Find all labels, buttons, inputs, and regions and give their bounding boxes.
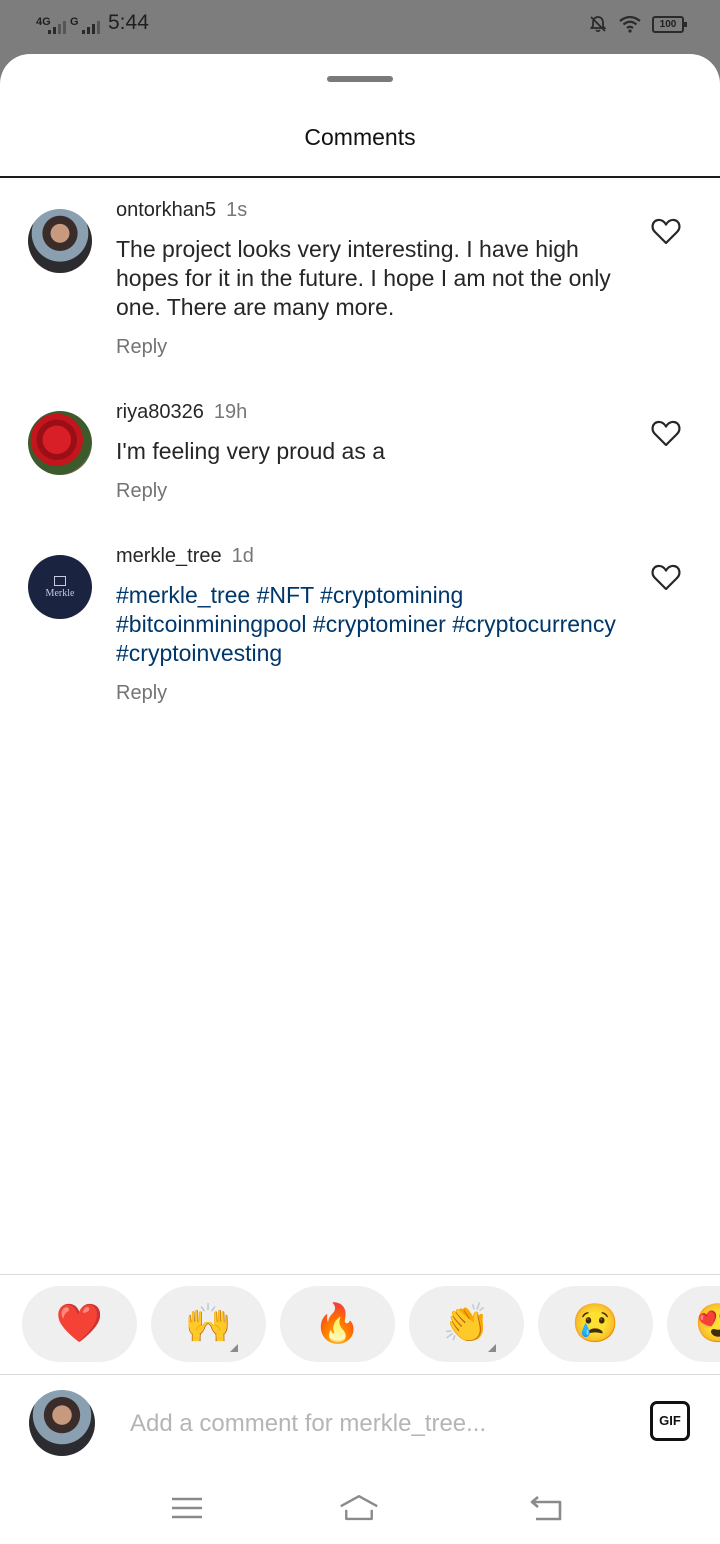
menu-icon[interactable]: [168, 1492, 208, 1524]
emoji-heart-eyes-button[interactable]: 😍: [667, 1286, 720, 1362]
heart-outline-icon[interactable]: [651, 419, 681, 447]
comment-text: The project looks very interesting. I ha…: [116, 236, 611, 320]
signal-4g-icon: 4G: [36, 14, 66, 36]
comment-username[interactable]: ontorkhan5: [116, 199, 216, 221]
avatar[interactable]: [28, 411, 92, 475]
reply-button[interactable]: Reply: [116, 336, 167, 359]
avatar[interactable]: Merkle: [28, 555, 92, 619]
reply-button[interactable]: Reply: [116, 682, 167, 705]
comment-hashtags[interactable]: #merkle_tree #NFT #cryptomining #bitcoin…: [116, 581, 616, 668]
home-icon[interactable]: [339, 1492, 379, 1524]
emoji-clapping-button[interactable]: 👏: [409, 1286, 524, 1362]
comment-username[interactable]: merkle_tree: [116, 545, 222, 567]
avatar-logo-text: Merkle: [45, 587, 75, 599]
system-nav-bar: [0, 1474, 720, 1544]
heart-outline-icon[interactable]: [651, 563, 681, 591]
emoji-raising-hands-button[interactable]: 🙌: [151, 1286, 266, 1362]
signal-g-icon: G: [70, 14, 100, 36]
comment-header: riya80326 19h: [116, 401, 247, 424]
merkle-logo-icon: [54, 575, 66, 586]
comment-text: I'm feeling very proud as a: [116, 438, 386, 464]
comment-input[interactable]: [130, 1404, 610, 1444]
current-user-avatar: [29, 1390, 95, 1456]
comment-age: 1s: [226, 199, 248, 221]
emoji-divider: [0, 1274, 720, 1275]
skin-tone-indicator-icon: [488, 1344, 496, 1352]
heart-outline-icon[interactable]: [651, 217, 681, 245]
emoji-glyph: 👏: [442, 1303, 491, 1345]
sheet-drag-handle[interactable]: [327, 76, 393, 82]
gif-button[interactable]: GIF: [650, 1401, 690, 1441]
comment-age: 1d: [231, 545, 254, 567]
battery-icon: 100: [652, 15, 687, 33]
back-icon[interactable]: [528, 1492, 568, 1524]
wifi-icon: [619, 15, 641, 33]
comment-age: 19h: [213, 401, 248, 423]
comment-header: merkle_tree 1d: [116, 545, 254, 568]
emoji-red-heart-button[interactable]: ❤️: [22, 1286, 137, 1362]
sheet-title: Comments: [304, 124, 416, 150]
comment-username[interactable]: riya80326: [116, 401, 204, 423]
comments-sheet: Comments ontorkhan5 1s The project looks …: [0, 54, 720, 1544]
emoji-glyph: 🙌: [184, 1303, 233, 1345]
comment-header: ontorkhan5 1s: [116, 199, 247, 222]
status-time: 5:44: [108, 11, 149, 34]
avatar[interactable]: [28, 209, 92, 273]
status-right: 100: [588, 14, 687, 34]
network-type-label-2: G: [70, 16, 79, 28]
notifications-off-icon: [589, 16, 607, 33]
emoji-glyph: 😍: [694, 1303, 720, 1345]
emoji-fire-button[interactable]: 🔥: [280, 1286, 395, 1362]
title-divider: [0, 176, 720, 178]
status-bar: 4G G 5:44 100: [0, 0, 720, 54]
reply-button[interactable]: Reply: [116, 480, 167, 503]
composer-divider: [0, 1374, 720, 1375]
skin-tone-indicator-icon: [230, 1344, 238, 1352]
emoji-crying-button[interactable]: 😢: [538, 1286, 653, 1362]
status-left: 4G G 5:44: [36, 10, 149, 36]
